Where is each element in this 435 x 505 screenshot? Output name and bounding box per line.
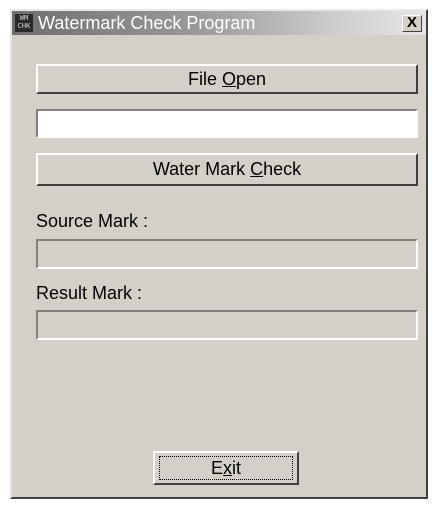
- source-mark-label: Source Mark :: [36, 211, 149, 231]
- result-mark-field: [36, 310, 418, 340]
- app-icon-line-2: CHK: [17, 22, 31, 30]
- file-path-field[interactable]: [36, 109, 418, 138]
- file-open-label-before: File: [187, 69, 222, 89]
- result-mark-label: Result Mark :: [36, 283, 143, 303]
- window-title: Watermark Check Program: [38, 13, 256, 33]
- check-mnemonic: C: [250, 159, 264, 179]
- check-label-before: Water Mark: [152, 159, 251, 179]
- exit-button[interactable]: Exit: [153, 451, 299, 485]
- main-window: WM CHK Watermark Check Program X File Op…: [10, 9, 428, 499]
- close-button[interactable]: X: [402, 15, 422, 32]
- check-label-after: heck: [263, 159, 302, 179]
- file-open-mnemonic: O: [221, 69, 236, 89]
- app-icon-line-1: WM: [19, 14, 29, 22]
- exit-focus-rect: [159, 456, 293, 480]
- title-bar[interactable]: WM CHK Watermark Check Program X: [12, 11, 426, 35]
- file-open-label-after: pen: [235, 69, 267, 89]
- app-icon[interactable]: WM CHK: [15, 14, 33, 32]
- file-open-button[interactable]: File Open: [36, 64, 418, 94]
- water-mark-check-button[interactable]: Water Mark Check: [36, 153, 418, 186]
- source-mark-field: [36, 239, 418, 269]
